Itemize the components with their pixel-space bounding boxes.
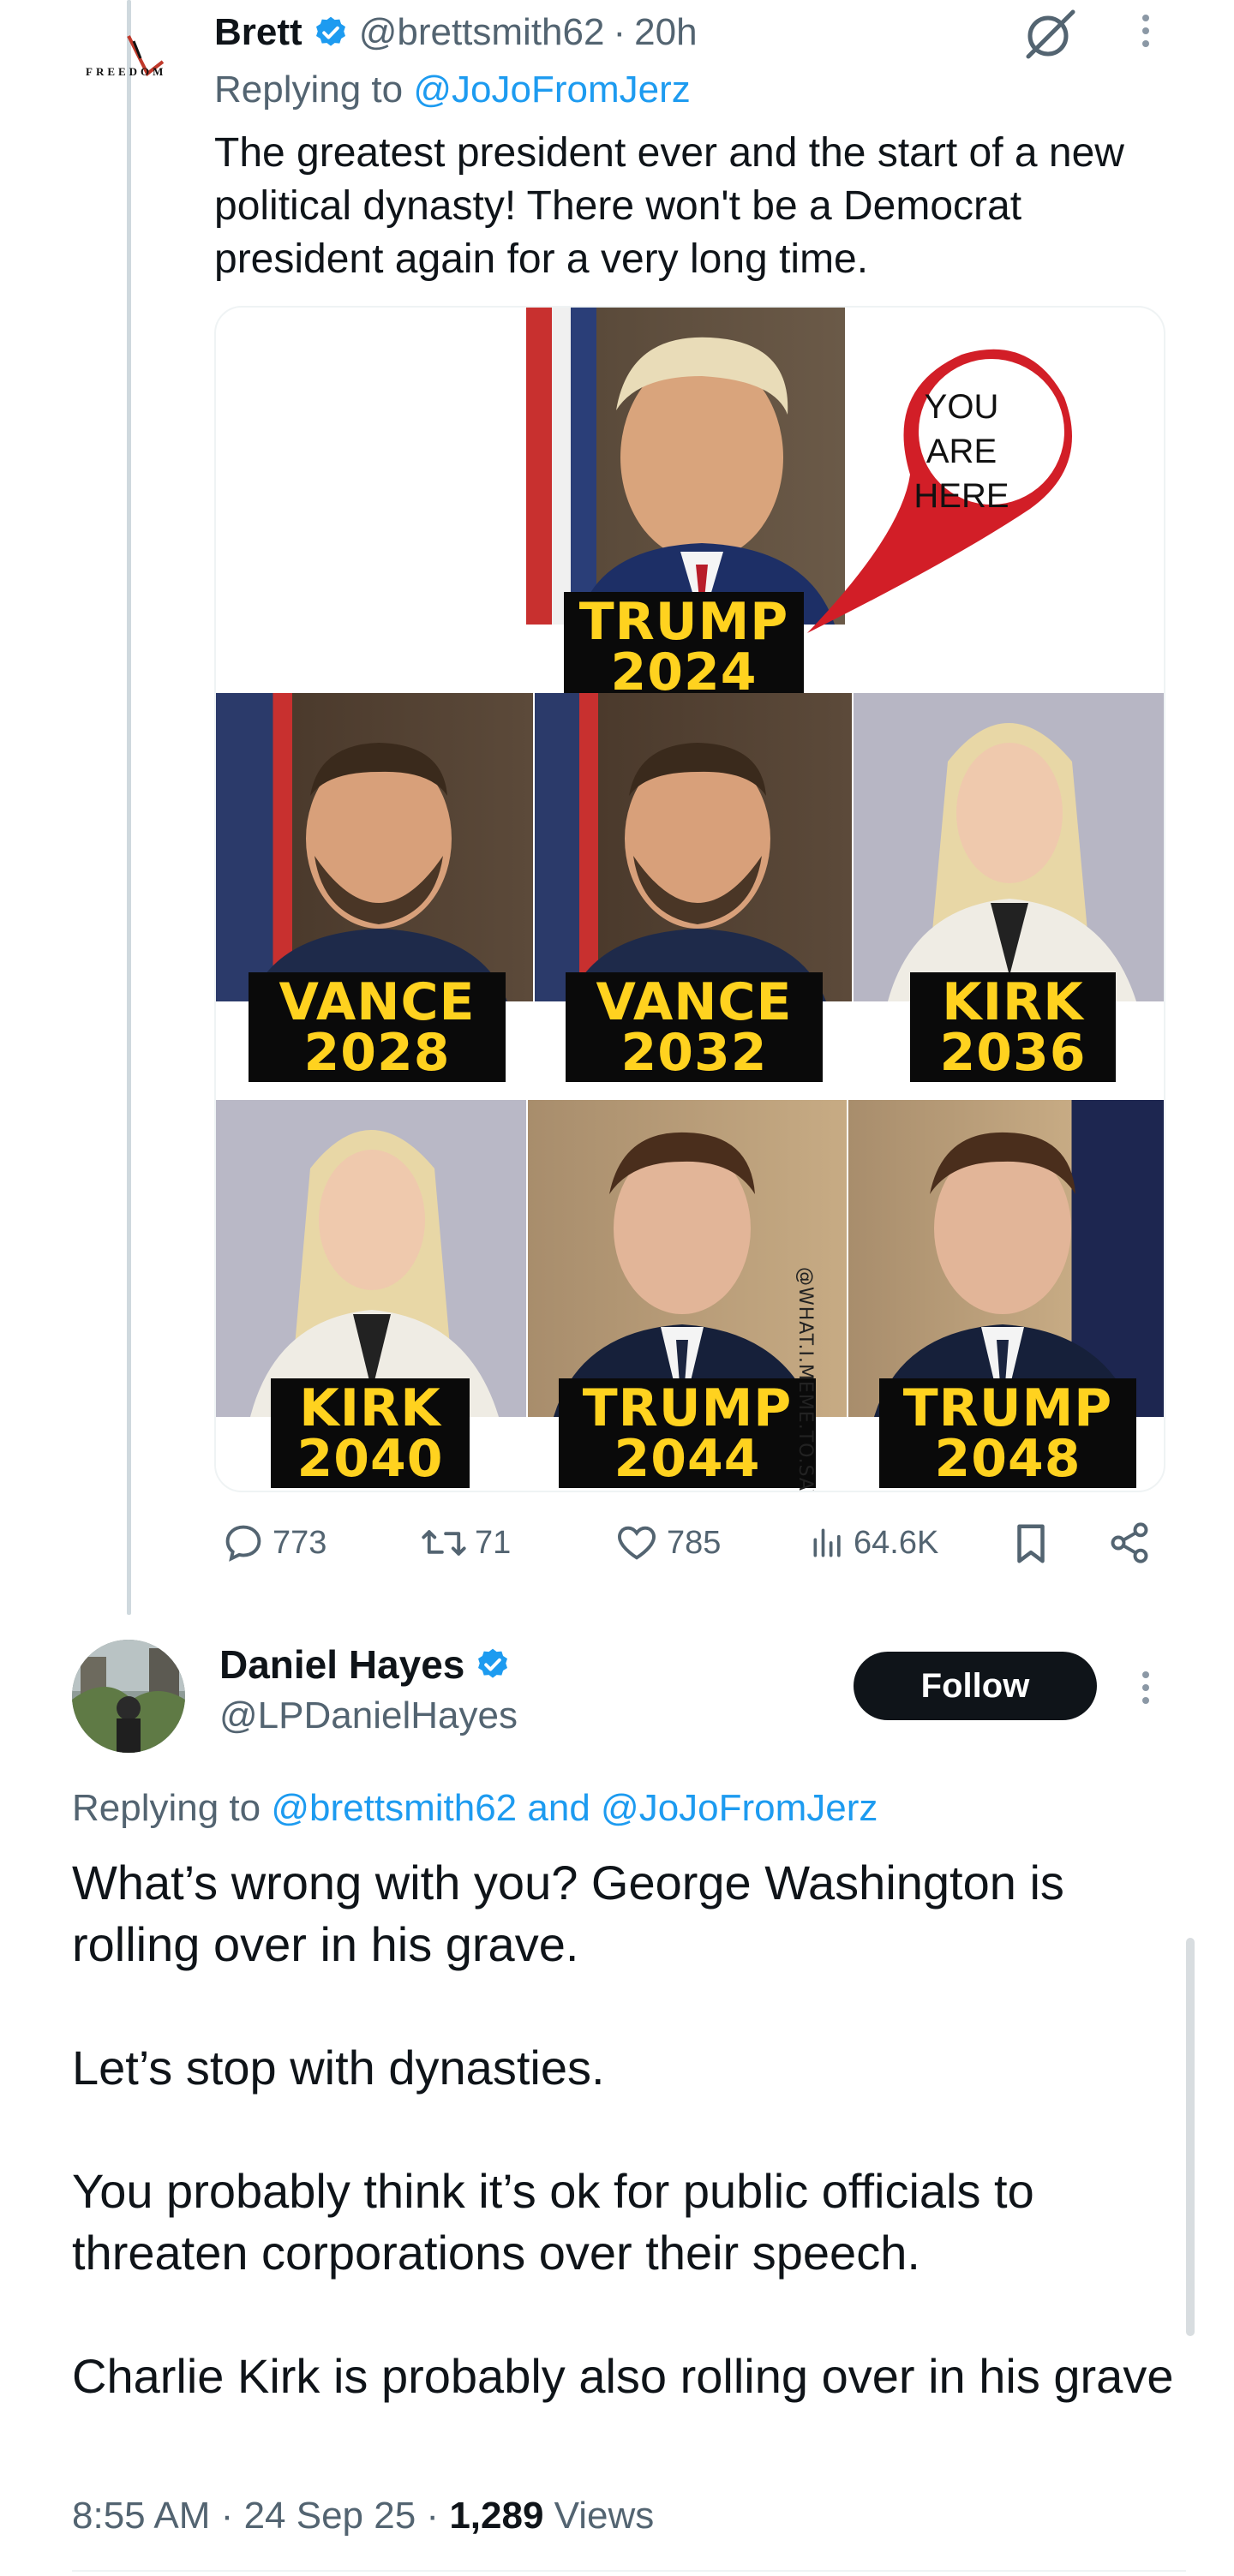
tweet1-timestamp[interactable]: 20h — [634, 11, 697, 54]
verified-badge-icon — [478, 1648, 508, 1678]
kirk-portrait-1 — [854, 693, 1164, 1001]
like-count: 785 — [667, 1524, 722, 1561]
trump-portrait — [526, 308, 845, 625]
tweet2-date[interactable]: 24 Sep 25 — [244, 2495, 416, 2537]
vance-portrait-1 — [216, 693, 533, 1001]
label-kirk-2036: KIRK 2036 — [910, 972, 1116, 1082]
tweet1-author-name[interactable]: Brett — [214, 11, 303, 54]
more-options-icon[interactable] — [1133, 1665, 1159, 1717]
avatar-brett[interactable]: FREEDOM — [74, 15, 185, 93]
label-trump-2044: TRUMP 2044 — [559, 1378, 816, 1488]
tweet2-text: What’s wrong with you? George Washington… — [72, 1852, 1177, 2407]
tweet2-paragraph: What’s wrong with you? George Washington… — [72, 1856, 1064, 1971]
label-trump-2024: TRUMP 2024 — [564, 592, 804, 702]
follow-button[interactable]: Follow — [854, 1652, 1097, 1720]
replying-mention-link[interactable]: @JoJoFromJerz — [413, 69, 690, 111]
tweet1-replying-to: Replying to @JoJoFromJerz — [214, 69, 691, 111]
tweet2-views-label: Views — [554, 2495, 655, 2537]
share-icon — [1111, 1522, 1148, 1563]
views-chart-icon — [813, 1528, 841, 1557]
label-vance-2032: VANCE 2032 — [566, 972, 823, 1082]
replying-mention-link-2[interactable]: @JoJoFromJerz — [601, 1787, 878, 1829]
tweet1-header: Brett @brettsmith62 · 20h — [214, 7, 698, 58]
tweet1-author-handle[interactable]: @brettsmith62 — [359, 11, 605, 54]
barron-portrait-2 — [848, 1100, 1164, 1417]
replying-and-text: and — [527, 1787, 590, 1829]
avatar-daniel-hayes[interactable] — [72, 1640, 185, 1753]
tweet2-paragraph: Let’s stop with dynasties. — [72, 2041, 605, 2095]
verified-badge-icon — [315, 16, 345, 46]
tweet2-author-name[interactable]: Daniel Hayes — [219, 1641, 464, 1688]
views-count: 64.6K — [854, 1524, 939, 1561]
separator-dot: · — [220, 2495, 244, 2537]
heart-icon — [618, 1526, 656, 1560]
tweet2-author-name-row: Daniel Hayes — [219, 1641, 521, 1688]
tweet2-views-count: 1,289 — [449, 2495, 544, 2537]
retweet-count: 71 — [475, 1524, 512, 1561]
retweet-button[interactable]: 71 — [420, 1521, 511, 1565]
separator-dot: · — [613, 11, 626, 53]
pin-you-are-here-text: YOU ARE HERE — [914, 388, 1009, 515]
replying-prefix: Replying to — [214, 69, 404, 111]
separator-dot: · — [426, 2495, 450, 2537]
tweet1-action-bar: 773 71 785 64.6K — [214, 1521, 1183, 1581]
tweet2-metadata: 8:55 AM · 24 Sep 25 · 1,289 Views — [72, 2495, 654, 2537]
reply-count: 773 — [273, 1524, 327, 1561]
bookmark-button[interactable] — [1011, 1521, 1057, 1567]
like-button[interactable]: 785 — [614, 1521, 721, 1565]
meme-watermark: @WHAT.I.MEME.TO.SAY — [794, 1267, 816, 1492]
tweet2-paragraph: You probably think it’s ok for public of… — [72, 2164, 1034, 2280]
thread-connector-line — [127, 0, 131, 1615]
reply-button[interactable]: 773 — [221, 1521, 326, 1565]
replying-mention-link-1[interactable]: @brettsmith62 — [271, 1787, 517, 1829]
retweet-icon — [422, 1530, 466, 1556]
label-kirk-2040: KIRK 2040 — [271, 1378, 470, 1488]
tweet2-replying-to: Replying to @brettsmith62 and @JoJoFromJ… — [72, 1787, 878, 1830]
replying-prefix: Replying to — [72, 1787, 261, 1829]
bookmark-icon — [1017, 1524, 1045, 1563]
grok-icon[interactable] — [1021, 5, 1078, 62]
vance-portrait-2 — [535, 693, 852, 1001]
label-trump-2048: TRUMP 2048 — [879, 1378, 1136, 1488]
reply-icon — [225, 1525, 261, 1562]
divider — [72, 2570, 1186, 2572]
more-options-icon[interactable] — [1133, 9, 1159, 60]
tweet2-time[interactable]: 8:55 AM — [72, 2495, 210, 2537]
freedom-logo-icon — [127, 35, 165, 77]
scrollbar-thumb[interactable] — [1186, 1938, 1195, 2336]
avatar-logo-text: FREEDOM — [86, 65, 167, 78]
meme-image[interactable]: TRUMP 2024 YOU ARE HERE VANCE 2028 VANCE — [214, 306, 1165, 1492]
kirk-portrait-2 — [216, 1100, 526, 1417]
share-button[interactable] — [1107, 1521, 1159, 1565]
views-button[interactable]: 64.6K — [809, 1521, 938, 1565]
tweet2-paragraph: Charlie Kirk is probably also rolling ov… — [72, 2349, 1174, 2403]
label-vance-2028: VANCE 2028 — [249, 972, 506, 1082]
tweet1-text: The greatest president ever and the star… — [214, 130, 1124, 282]
tweet2-author-handle[interactable]: @LPDanielHayes — [219, 1694, 518, 1737]
